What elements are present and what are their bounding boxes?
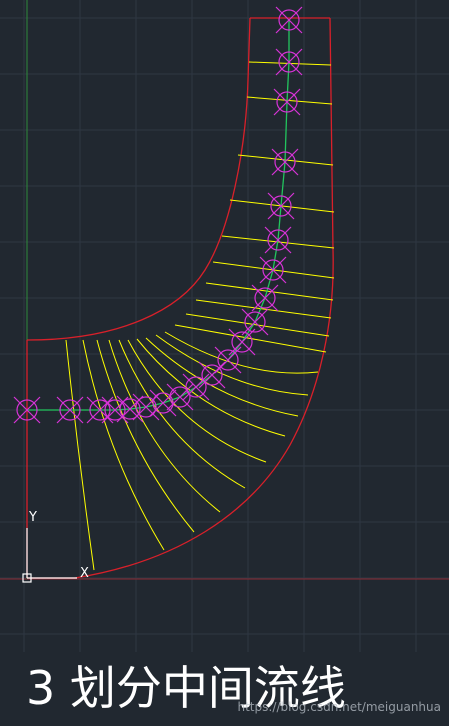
caption-bar: 3 划分中间流线 https://blog.csdn.net/meiguanhu…	[0, 652, 449, 726]
ucs-x-label: X	[80, 566, 89, 581]
circle-x-marker	[267, 192, 295, 220]
ucs-y-label: Y	[29, 510, 37, 525]
circle-x-marker	[264, 226, 292, 254]
grid-lines	[0, 0, 449, 652]
circle-x-marker	[259, 256, 287, 284]
ucs-icon: X	[22, 528, 89, 583]
circle-x-marker	[182, 373, 210, 401]
circle-x-marker	[214, 346, 242, 374]
circle-x-marker	[241, 308, 269, 336]
inner-wall	[26, 17, 251, 341]
drawing-canvas[interactable]: X	[0, 0, 449, 726]
circle-x-marker	[198, 361, 226, 389]
station-line	[246, 96, 333, 105]
middle-streamline	[27, 20, 290, 411]
station-line	[82, 339, 165, 551]
station-line	[205, 282, 334, 301]
streamline-nodes	[13, 6, 303, 424]
watermark: https://blog.csdn.net/meiguanhua	[237, 700, 441, 714]
station-lines	[65, 61, 335, 571]
